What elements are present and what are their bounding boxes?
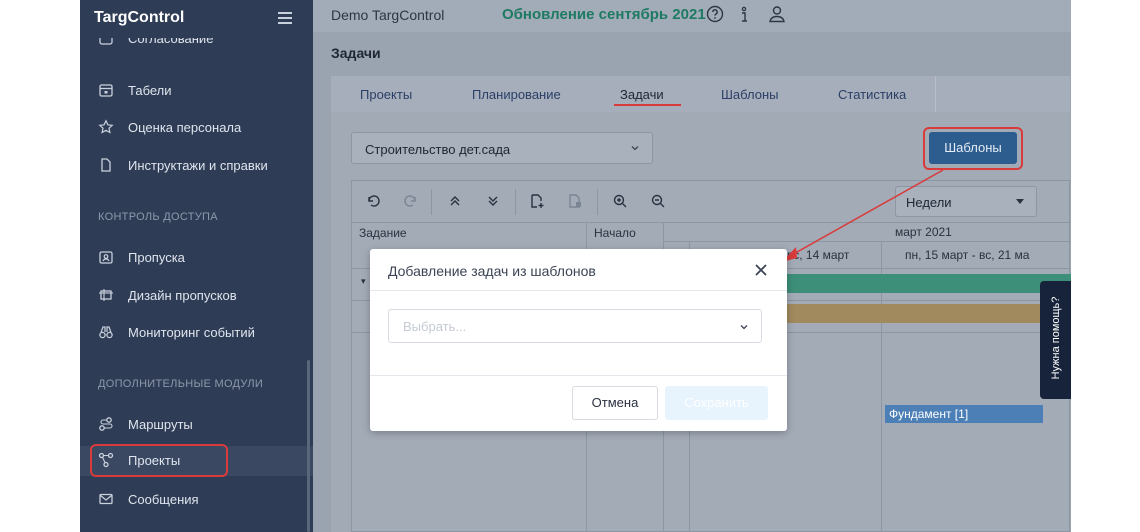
help-tab-label: Нужна помощь? — [1050, 296, 1062, 380]
dialog-title: Добавление задач из шаблонов — [388, 263, 596, 279]
dialog-divider — [370, 290, 787, 291]
help-tab[interactable]: Нужна помощь? — [1040, 281, 1071, 399]
close-icon[interactable] — [753, 262, 769, 278]
cancel-button[interactable]: Отмена — [572, 386, 658, 420]
save-button[interactable]: Сохранить — [665, 386, 768, 420]
chevron-down-icon — [739, 322, 749, 332]
add-tasks-from-templates-dialog: Добавление задач из шаблонов Выбрать... … — [370, 249, 787, 431]
template-select-placeholder: Выбрать... — [403, 319, 467, 334]
template-select[interactable]: Выбрать... — [388, 309, 762, 343]
dialog-divider — [370, 375, 787, 376]
